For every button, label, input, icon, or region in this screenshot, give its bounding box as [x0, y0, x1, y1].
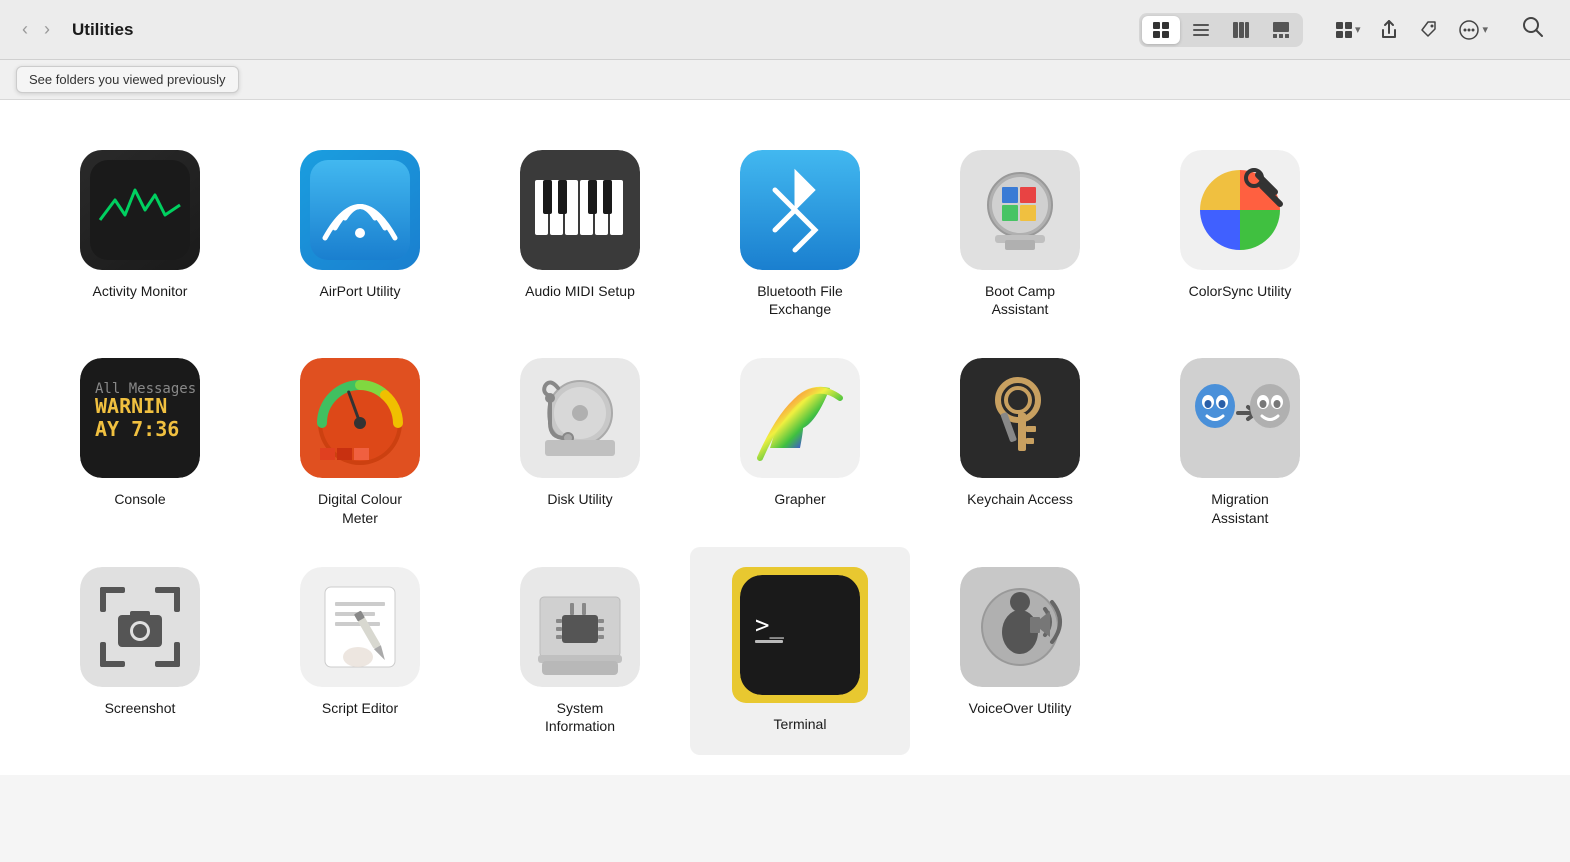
more-button[interactable]: ▾ — [1450, 14, 1496, 46]
voiceover-utility-icon — [960, 567, 1080, 687]
search-button[interactable] — [1512, 11, 1554, 49]
terminal-label: Terminal — [774, 715, 827, 733]
system-information-label: System Information — [545, 699, 615, 735]
keychain-access-label: Keychain Access — [967, 490, 1073, 508]
app-item-audio-midi-setup[interactable]: Audio MIDI Setup — [470, 130, 690, 338]
app-item-keychain-access[interactable]: Keychain Access — [910, 338, 1130, 546]
terminal-icon: >_ — [740, 575, 860, 695]
app-item-screenshot[interactable]: Screenshot — [30, 547, 250, 755]
svg-text:>_: >_ — [755, 611, 784, 639]
colorsync-utility-label: ColorSync Utility — [1189, 282, 1292, 300]
screenshot-label: Screenshot — [105, 699, 176, 717]
disk-utility-icon — [520, 358, 640, 478]
tag-button[interactable] — [1410, 15, 1446, 45]
svg-text:WARNIN: WARNIN — [95, 394, 167, 418]
breadcrumb-tooltip: See folders you viewed previously — [16, 66, 239, 93]
script-editor-label: Script Editor — [322, 699, 398, 717]
columns-view-button[interactable] — [1222, 16, 1260, 44]
view-controls — [1139, 13, 1303, 47]
console-icon: WARNIN AY 7:36 All Messages — [80, 358, 200, 478]
bluetooth-file-exchange-icon — [740, 150, 860, 270]
app-grid: Activity Monitor AirPort Utility — [0, 100, 1570, 775]
share-button[interactable] — [1372, 15, 1406, 45]
app-item-script-editor[interactable]: Script Editor — [250, 547, 470, 755]
group-button[interactable]: ▾ — [1327, 16, 1369, 44]
app-item-terminal[interactable]: >_ Terminal — [690, 547, 910, 755]
keychain-access-icon — [960, 358, 1080, 478]
app-item-voiceover-utility[interactable]: VoiceOver Utility — [910, 547, 1130, 755]
app-item-colorsync-utility[interactable]: ColorSync Utility — [1130, 130, 1350, 338]
voiceover-utility-label: VoiceOver Utility — [969, 699, 1072, 717]
grid-view-button[interactable] — [1142, 16, 1180, 44]
svg-text:All Messages: All Messages — [95, 381, 196, 397]
app-item-grapher[interactable]: Grapher — [690, 338, 910, 546]
action-group: ▾ ▾ — [1327, 14, 1496, 46]
audio-midi-setup-label: Audio MIDI Setup — [525, 282, 635, 300]
window-title: Utilities — [72, 20, 133, 40]
activity-monitor-label: Activity Monitor — [93, 282, 188, 300]
script-editor-icon — [300, 567, 420, 687]
airport-utility-label: AirPort Utility — [320, 282, 401, 300]
migration-assistant-icon — [1180, 358, 1300, 478]
activity-monitor-icon — [80, 150, 200, 270]
audio-midi-setup-icon — [520, 150, 640, 270]
app-item-digital-colour-meter[interactable]: Digital Colour Meter — [250, 338, 470, 546]
boot-camp-assistant-icon — [960, 150, 1080, 270]
digital-colour-meter-label: Digital Colour Meter — [318, 490, 402, 526]
digital-colour-meter-icon — [300, 358, 420, 478]
app-item-disk-utility[interactable]: Disk Utility — [470, 338, 690, 546]
toolbar: ‹ › Utilities — [0, 0, 1570, 60]
app-item-boot-camp-assistant[interactable]: Boot Camp Assistant — [910, 130, 1130, 338]
list-view-button[interactable] — [1182, 16, 1220, 44]
forward-button[interactable]: › — [38, 15, 56, 44]
group-caret: ▾ — [1355, 23, 1361, 36]
app-item-console[interactable]: WARNIN AY 7:36 All Messages Console — [30, 338, 250, 546]
bluetooth-file-exchange-label: Bluetooth File Exchange — [757, 282, 843, 318]
pathbar: See folders you viewed previously — [0, 60, 1570, 100]
more-caret: ▾ — [1482, 23, 1488, 36]
app-item-bluetooth-file-exchange[interactable]: Bluetooth File Exchange — [690, 130, 910, 338]
airport-utility-icon — [300, 150, 420, 270]
grapher-icon — [740, 358, 860, 478]
console-label: Console — [114, 490, 165, 508]
svg-text:AY 7:36: AY 7:36 — [95, 417, 179, 441]
app-item-migration-assistant[interactable]: Migration Assistant — [1130, 338, 1350, 546]
back-button[interactable]: ‹ — [16, 15, 34, 44]
system-information-icon — [520, 567, 640, 687]
migration-assistant-label: Migration Assistant — [1211, 490, 1269, 526]
boot-camp-assistant-label: Boot Camp Assistant — [985, 282, 1055, 318]
nav-buttons: ‹ › — [16, 15, 56, 44]
app-item-activity-monitor[interactable]: Activity Monitor — [30, 130, 250, 338]
disk-utility-label: Disk Utility — [547, 490, 612, 508]
screenshot-icon — [80, 567, 200, 687]
app-item-airport-utility[interactable]: AirPort Utility — [250, 130, 470, 338]
gallery-view-button[interactable] — [1262, 16, 1300, 44]
terminal-highlight: >_ — [732, 567, 868, 703]
colorsync-utility-icon — [1180, 150, 1300, 270]
app-item-system-information[interactable]: System Information — [470, 547, 690, 755]
grapher-label: Grapher — [774, 490, 825, 508]
